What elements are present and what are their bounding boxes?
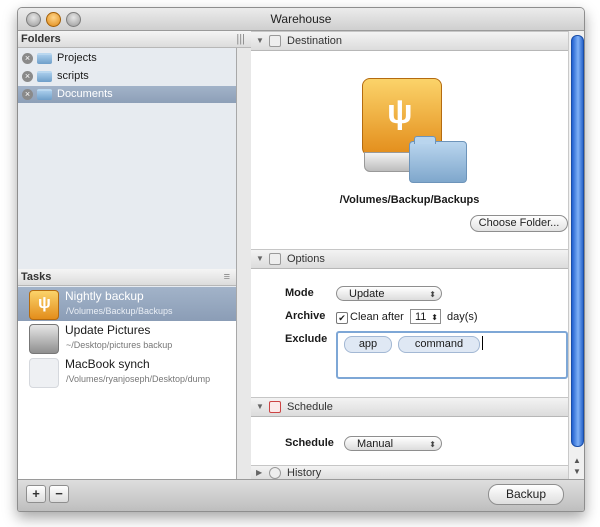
tasks-header-label: Tasks (21, 271, 52, 283)
schedule-popup[interactable]: Manual ⬍ (344, 436, 442, 451)
destination-folder-icon (409, 136, 467, 183)
folder-item-projects[interactable]: × Projects (18, 50, 236, 67)
destination-header[interactable]: ▼ Destination (251, 31, 568, 51)
scroll-up-icon[interactable]: ▲ (573, 456, 581, 465)
folder-item-scripts[interactable]: × scripts (18, 68, 236, 85)
task-title: Nightly backup (65, 289, 144, 303)
remove-folder-icon[interactable]: × (22, 53, 33, 64)
days-value: 11 (415, 311, 427, 323)
scroll-thumb[interactable] (571, 35, 584, 447)
tasks-header: Tasks ≡ (18, 269, 236, 286)
column-grip-icon[interactable]: ||| (236, 31, 245, 48)
vertical-scrollbar[interactable]: ▲ ▼ (568, 31, 584, 479)
popup-arrows-icon: ⬍ (429, 440, 436, 449)
task-item-nightly-backup[interactable]: ψ Nightly backup /Volumes/Backup/Backups (18, 287, 236, 321)
empty-task-icon (29, 358, 59, 388)
destination-path: /Volumes/Backup/Backups (339, 194, 480, 206)
scroll-down-icon[interactable]: ▼ (573, 467, 581, 476)
task-title: MacBook synch (65, 357, 150, 371)
options-icon (269, 253, 281, 265)
exclude-label: Exclude (285, 333, 328, 345)
clean-after-checkbox[interactable]: ✔ (336, 312, 348, 324)
mode-value: Update (349, 288, 385, 300)
usb-drive-icon: ψ (29, 290, 59, 320)
folder-item-documents[interactable]: × Documents (18, 86, 236, 103)
options-header-label: Options (287, 253, 325, 265)
folder-icon (37, 71, 52, 82)
text-caret (482, 336, 483, 350)
schedule-label: Schedule (285, 437, 334, 449)
destination-header-label: Destination (287, 35, 343, 47)
exclude-token[interactable]: command (398, 336, 480, 353)
calendar-icon (269, 401, 281, 413)
history-header-label: History (287, 467, 322, 479)
exclude-token-field[interactable]: app command (336, 331, 568, 379)
exclude-token[interactable]: app (344, 336, 392, 353)
clock-icon (269, 467, 281, 479)
popup-arrows-icon: ⬍ (429, 290, 436, 299)
folder-label: Projects (57, 52, 97, 64)
stepper-arrows-icon[interactable]: ⬍ (431, 310, 438, 325)
days-unit: day(s) (447, 311, 478, 323)
task-title: Update Pictures (65, 323, 151, 337)
archive-label: Archive (285, 310, 326, 322)
mode-popup[interactable]: Update ⬍ (336, 286, 442, 301)
task-item-macbook-synch[interactable]: MacBook synch /Volumes/ryanjoseph/Deskto… (18, 355, 236, 389)
disclosure-closed-icon[interactable]: ▶ (256, 466, 262, 480)
task-subtitle: /Volumes/ryanjoseph/Desktop/dump (66, 374, 211, 384)
mode-label: Mode (285, 287, 314, 299)
task-subtitle: ~/Desktop/pictures backup (66, 340, 173, 350)
disclosure-open-icon[interactable]: ▼ (256, 32, 264, 50)
detail-panel: ▼ Destination ψ /Volumes/Backup/Backups … (251, 31, 568, 481)
schedule-value: Manual (357, 438, 394, 450)
remove-folder-icon[interactable]: × (22, 71, 33, 82)
choose-folder-button[interactable]: Choose Folder... (470, 215, 568, 232)
hard-drive-icon (29, 324, 59, 354)
list-menu-icon[interactable]: ≡ (224, 269, 230, 286)
folders-header: Folders ||| (18, 31, 251, 48)
disclosure-open-icon[interactable]: ▼ (256, 250, 264, 268)
add-folder-button[interactable]: + (26, 485, 46, 503)
usb-symbol-icon: ψ (387, 93, 413, 131)
title-bar: Warehouse (18, 8, 584, 31)
options-header[interactable]: ▼ Options (251, 249, 568, 269)
bottom-bar: + − Backup (18, 479, 584, 511)
folder-icon (37, 53, 52, 64)
task-list: ψ Nightly backup /Volumes/Backup/Backups… (18, 287, 236, 502)
days-stepper[interactable]: 11 ⬍ (410, 309, 441, 324)
documents-folder-icon (37, 89, 52, 100)
schedule-header[interactable]: ▼ Schedule (251, 397, 568, 417)
task-item-update-pictures[interactable]: Update Pictures ~/Desktop/pictures backu… (18, 321, 236, 355)
disclosure-open-icon[interactable]: ▼ (256, 398, 264, 416)
drive-icon (269, 35, 281, 47)
task-subtitle: /Volumes/Backup/Backups (66, 306, 173, 316)
sidebar: Folders ||| × Projects × scripts × Docum… (18, 31, 251, 502)
folder-label: Documents (57, 88, 113, 100)
folder-label: scripts (57, 70, 89, 82)
remove-folder-icon[interactable]: × (22, 89, 33, 100)
clean-after-label: Clean after (350, 311, 404, 323)
schedule-header-label: Schedule (287, 401, 333, 413)
remove-folder-button[interactable]: − (49, 485, 69, 503)
window-title: Warehouse (270, 12, 332, 26)
backup-button[interactable]: Backup (488, 484, 564, 505)
app-window: Warehouse Folders ||| × Projects × scrip… (17, 7, 585, 512)
folders-header-label: Folders (21, 33, 61, 45)
